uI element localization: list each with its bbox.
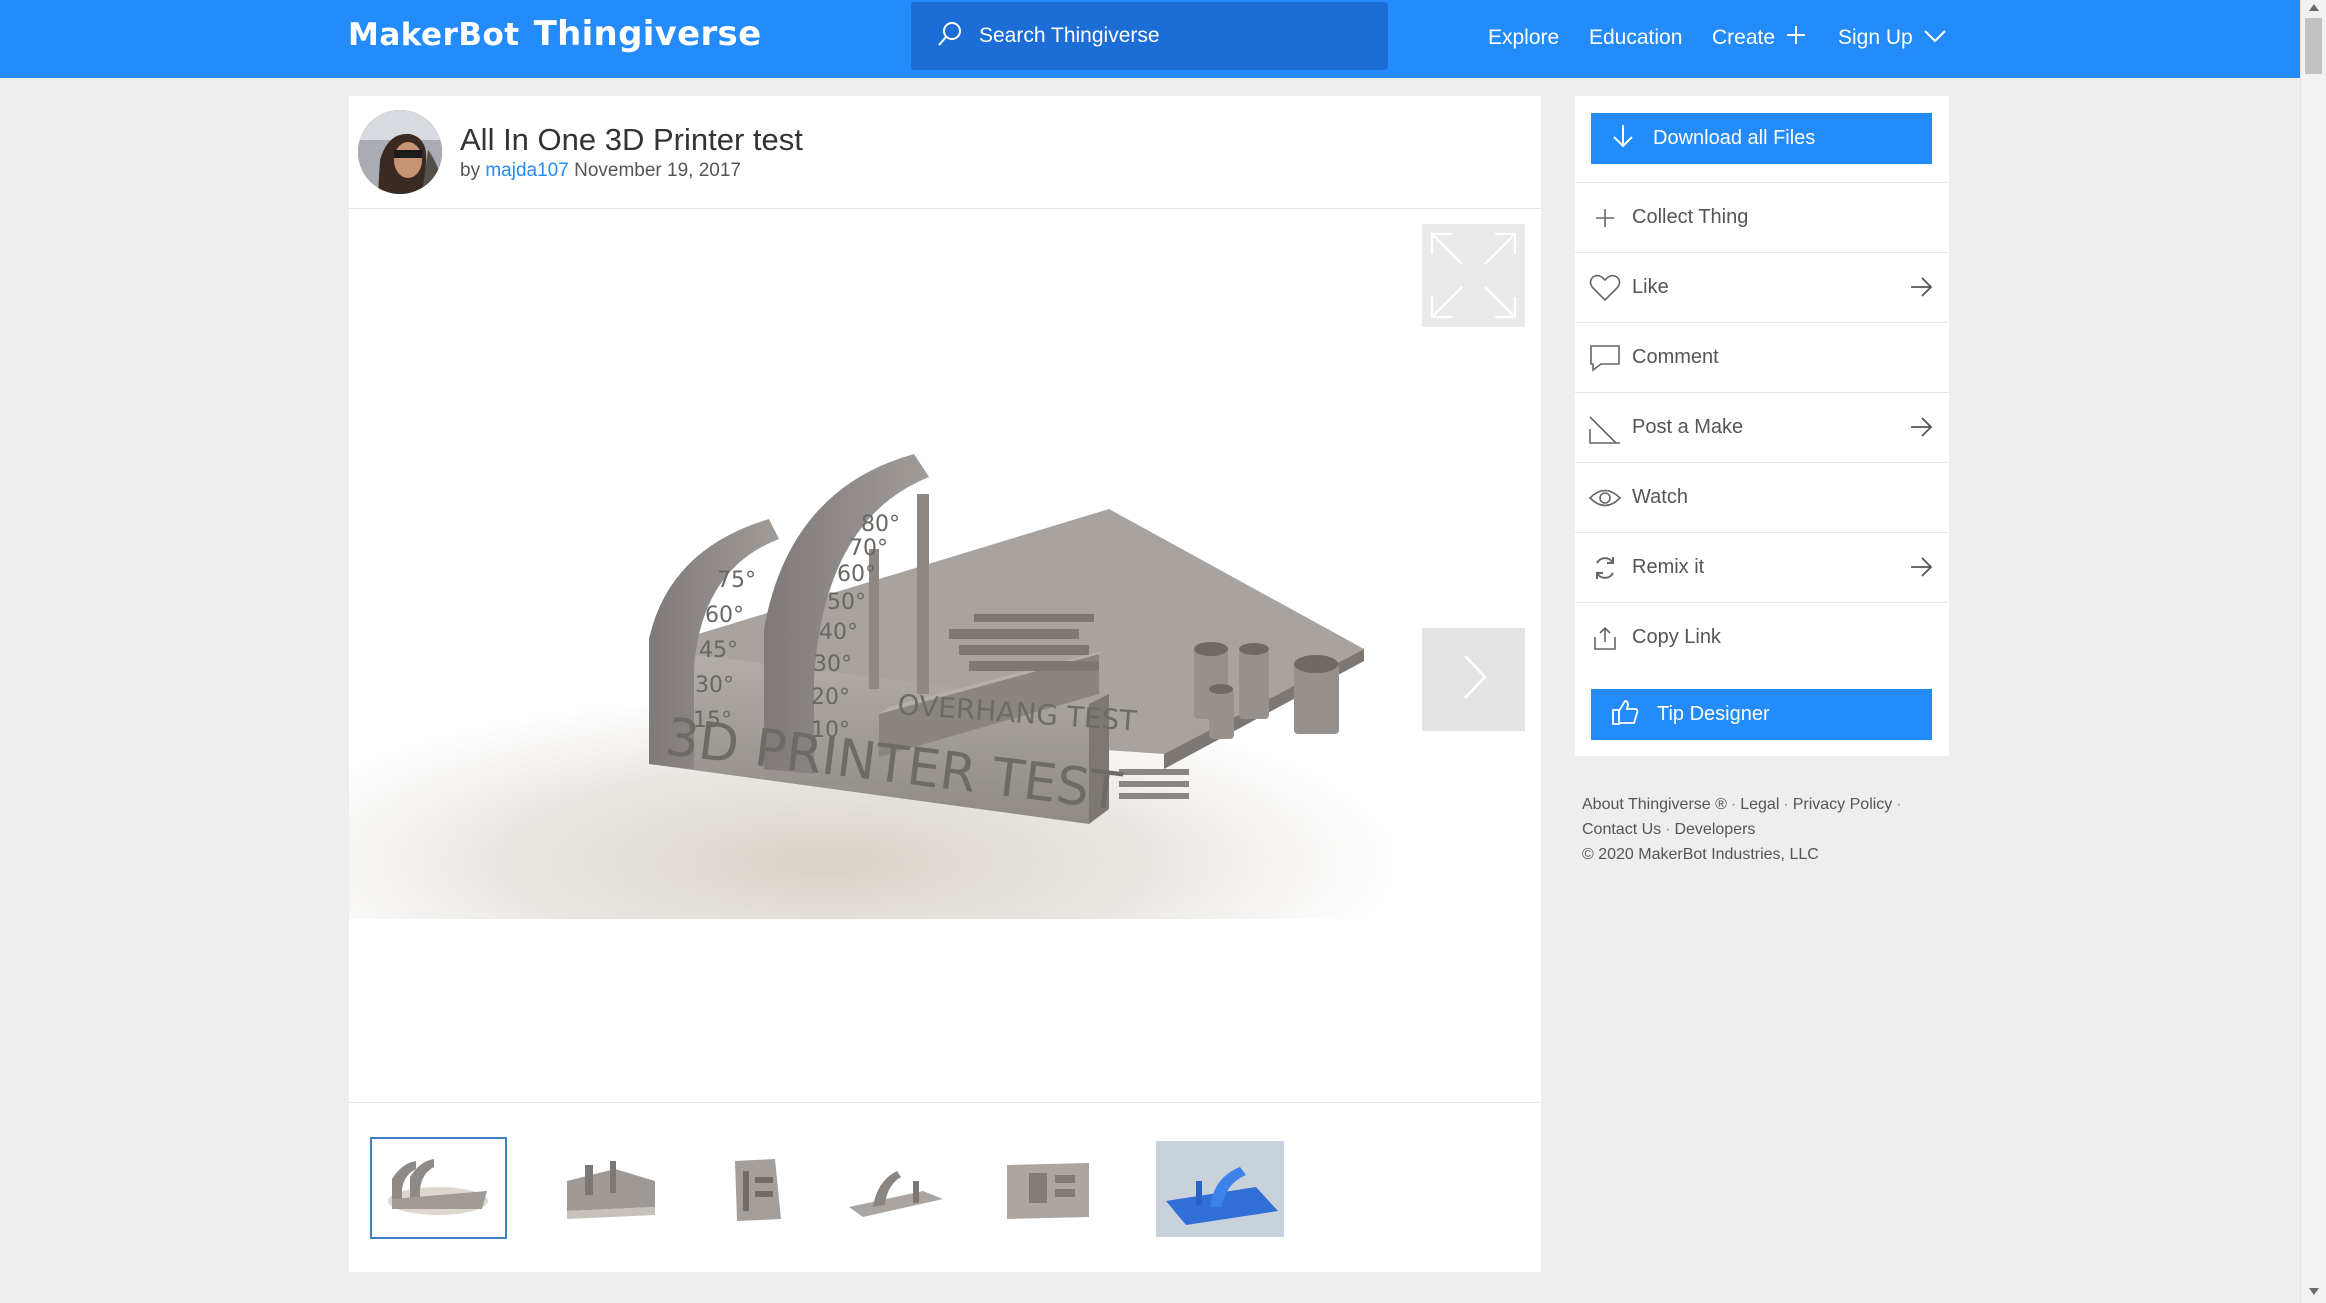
- nav-create[interactable]: Create: [1712, 0, 1807, 76]
- developers-link[interactable]: Developers: [1674, 821, 1755, 838]
- scroll-thumb[interactable]: [2305, 18, 2322, 74]
- nav-explore[interactable]: Explore: [1488, 0, 1559, 76]
- search-input[interactable]: [979, 24, 1359, 48]
- collect-thing-label: Collect Thing: [1632, 206, 1749, 228]
- render-arc-label: 50°: [827, 590, 866, 615]
- render-arc-label: 60°: [837, 562, 876, 587]
- comment-label: Comment: [1632, 346, 1719, 368]
- author-link[interactable]: majda107: [485, 160, 568, 181]
- scroll-down-arrow-icon[interactable]: [2309, 1288, 2319, 1295]
- by-label: by: [460, 160, 481, 181]
- makerbot-thingiverse-logo[interactable]: MakerBot Thingiverse: [348, 14, 761, 64]
- render-arc-label: 10°: [811, 718, 850, 743]
- avatar[interactable]: [358, 110, 442, 194]
- thing-card: All In One 3D Printer test by majda107 N…: [349, 96, 1541, 1272]
- nav-signup[interactable]: Sign Up: [1838, 0, 1947, 76]
- footer-separator: ·: [1730, 796, 1737, 813]
- eye-icon: [1588, 481, 1622, 515]
- footer-links: About Thingiverse ® · Legal · Privacy Policy…: [1582, 792, 1906, 867]
- scroll-up-arrow-icon[interactable]: [2309, 4, 2319, 11]
- render-arc-label: 20°: [811, 685, 850, 710]
- collect-thing-button[interactable]: Collect Thing: [1575, 182, 1949, 252]
- render-arc-label: 40°: [819, 620, 858, 645]
- nav-education[interactable]: Education: [1589, 0, 1682, 76]
- expand-icon: [1422, 233, 1525, 331]
- remix-it-button[interactable]: Remix it: [1575, 532, 1949, 602]
- copy-link-button[interactable]: Copy Link: [1575, 602, 1949, 672]
- arrow-right-icon: [1909, 275, 1933, 304]
- footer-separator: ·: [1896, 796, 1902, 813]
- search-icon: [935, 19, 965, 54]
- about-link[interactable]: About Thingiverse ®: [1582, 796, 1727, 813]
- thumbnail-4[interactable]: [843, 1141, 947, 1237]
- nav-create-label: Create: [1712, 26, 1776, 49]
- footer-separator: ·: [1665, 821, 1671, 838]
- thumbnail-6[interactable]: [1156, 1141, 1284, 1237]
- contact-us-link[interactable]: Contact Us: [1582, 821, 1661, 838]
- plus-icon: [1775, 24, 1807, 52]
- thumbs-up-icon: [1591, 698, 1657, 732]
- copyright: © 2020 MakerBot Industries, LLC: [1582, 846, 1819, 863]
- download-all-files-label: Download all Files: [1653, 127, 1816, 149]
- thing-title: All In One 3D Printer test: [460, 122, 803, 157]
- page-scrollbar[interactable]: [2300, 0, 2326, 1303]
- post-a-make-button[interactable]: Post a Make: [1575, 392, 1949, 462]
- thumbnail-1[interactable]: [370, 1137, 507, 1239]
- arrow-right-icon: [1909, 555, 1933, 584]
- thumbnail-3[interactable]: [715, 1141, 800, 1237]
- post-a-make-label: Post a Make: [1632, 416, 1744, 438]
- logo-brand: MakerBot: [348, 17, 520, 53]
- copy-link-label: Copy Link: [1632, 626, 1721, 648]
- chevron-down-icon: [1913, 26, 1947, 50]
- plus-icon: [1588, 201, 1622, 235]
- nav-signup-label: Sign Up: [1838, 26, 1913, 49]
- download-arrow-icon: [1591, 123, 1653, 155]
- render-arc-label: 30°: [695, 673, 734, 698]
- render-arc-label: 80°: [861, 512, 900, 537]
- thumbnail-strip: [349, 1102, 1541, 1272]
- privacy-policy-link[interactable]: Privacy Policy: [1793, 796, 1893, 813]
- remix-it-label: Remix it: [1632, 556, 1705, 578]
- main-render-image: 3D PRINTER TEST OVERHANG TEST 75° 60° 45…: [349, 209, 1541, 919]
- remix-icon: [1588, 551, 1622, 585]
- next-image-button[interactable]: [1422, 628, 1525, 731]
- chevron-right-icon: [1459, 652, 1489, 707]
- render-arc-label: 30°: [813, 652, 852, 677]
- footer-separator: ·: [1783, 796, 1789, 813]
- download-all-files-button[interactable]: Download all Files: [1591, 113, 1932, 164]
- comment-button[interactable]: Comment: [1575, 322, 1949, 392]
- like-button[interactable]: Like: [1575, 252, 1949, 322]
- thing-meta: by majda107 November 19, 2017: [460, 160, 741, 182]
- render-arc-label: 45°: [699, 638, 738, 663]
- heart-icon: [1588, 271, 1622, 305]
- render-arc-label: 15°: [693, 708, 732, 733]
- search-box[interactable]: [911, 2, 1388, 70]
- publish-date: November 19, 2017: [574, 160, 741, 181]
- fullscreen-button[interactable]: [1422, 224, 1525, 327]
- tip-designer-label: Tip Designer: [1657, 703, 1770, 725]
- tip-designer-button[interactable]: Tip Designer: [1591, 689, 1932, 740]
- legal-link[interactable]: Legal: [1740, 796, 1779, 813]
- thing-header: All In One 3D Printer test by majda107 N…: [349, 96, 1541, 209]
- share-icon: [1588, 621, 1622, 655]
- footer-row-2: Contact Us · Developers: [1582, 817, 1906, 842]
- render-arc-label: 70°: [849, 536, 888, 561]
- render-arc-label: 60°: [705, 603, 744, 628]
- footer-row-1: About Thingiverse ® · Legal · Privacy Policy…: [1582, 792, 1906, 817]
- arrow-right-icon: [1909, 415, 1933, 444]
- comment-icon: [1588, 341, 1622, 375]
- action-sidebar: Download all Files Collect Thing Like Co…: [1575, 96, 1949, 756]
- thumbnail-5[interactable]: [999, 1141, 1097, 1237]
- logo-product: Thingiverse: [533, 14, 762, 54]
- make-icon: [1588, 411, 1622, 445]
- thumbnail-2[interactable]: [555, 1141, 665, 1237]
- top-navbar: MakerBot Thingiverse Explore Education C…: [0, 0, 2300, 78]
- like-label: Like: [1632, 276, 1669, 298]
- image-viewer: 3D PRINTER TEST OVERHANG TEST 75° 60° 45…: [349, 209, 1541, 1102]
- watch-button[interactable]: Watch: [1575, 462, 1949, 532]
- watch-label: Watch: [1632, 486, 1688, 508]
- render-arc-label: 75°: [717, 568, 756, 593]
